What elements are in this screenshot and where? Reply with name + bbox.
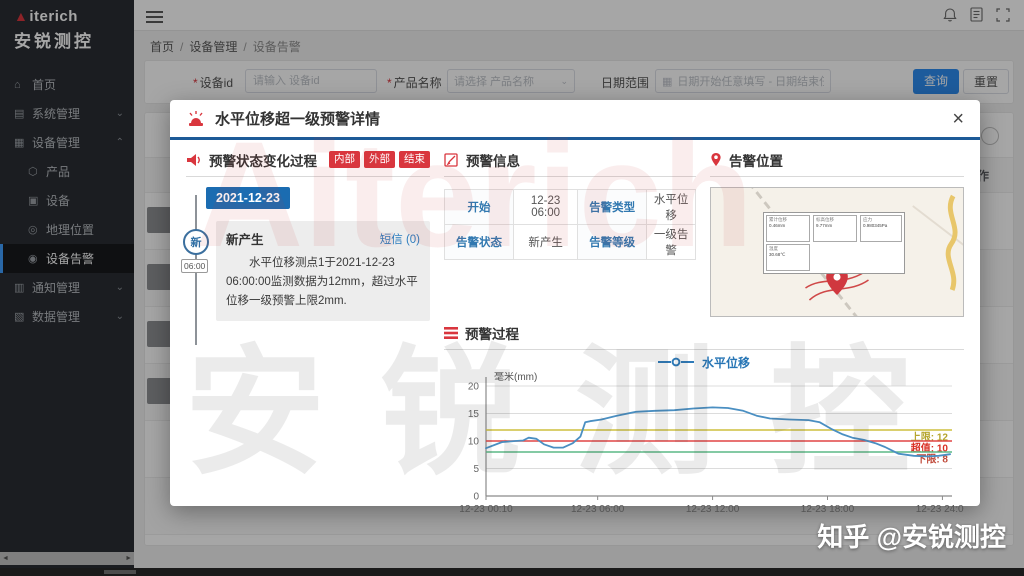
info-section-title: 预警信息 [466,153,520,169]
x-tick-label: 12-23 18:00 [801,504,855,515]
info-key: 开始 [444,189,514,225]
tag-external[interactable]: 外部 [364,151,395,168]
zhihu-watermark: 知乎 @安锐测控 [817,522,1006,552]
location-section: 告警位置 累计位移 0.46mm 标高位移 9.77mm 应力 0.980345… [710,150,964,317]
x-tick-label: 12-23 06:00 [571,504,625,515]
timeline-event-card: 新产生 短信 (0) 水平位移测点1于2021-12-23 06:00:00监测… [216,221,430,321]
screen: ▲iterich 安锐测控 ⌂ 首页 ▤ 系统管理 ⌄ ▦ 设备管理 ⌃ ⬡ 产品 ▣ 设备 … [0,0,1024,576]
popup-value: 9.77mm [816,222,833,228]
close-icon[interactable]: × [952,109,964,129]
modal-title: 水平位移超一级预警详情 [215,111,381,128]
alarm-process-chart: 0 5 10 15 20 毫米(mm) 12-23 00:10 12-23 06:00 12-2… [459,372,964,515]
y-tick-label: 10 [468,437,480,448]
alarm-info-table: 开始 12-23 06:00 告警类型 水平位移 告警状态 新产生 告警等级 一… [444,189,696,260]
alarm-detail-modal: 水平位移超一级预警详情 × 预警状态变化过程 内部 外部 结束 2021-12-… [170,100,980,515]
list-icon [444,326,458,339]
speaker-icon [187,153,200,166]
siren-icon [189,111,203,126]
timeline-time: 06:00 [181,259,209,273]
info-key: 告警等级 [577,224,648,260]
bottom-bar [0,568,1024,576]
info-value: 一级告警 [646,224,696,260]
series-line [485,406,952,458]
tag-finish[interactable]: 结束 [399,151,430,168]
y-tick-label: 15 [468,409,480,420]
sms-link[interactable]: 短信 (0) [380,231,420,247]
info-section: 预警信息 开始 12-23 06:00 告警类型 水平位移 告警状态 新产生 告… [444,150,696,317]
info-value: 新产生 [512,224,579,260]
map-marker-dot [833,273,841,281]
tag-internal[interactable]: 内部 [329,151,360,168]
popup-value: 30.68℃ [769,251,786,257]
status-section: 预警状态变化过程 内部 外部 结束 2021-12-23 新 06:00 新产生 [181,150,430,517]
y-axis-label: 毫米(mm) [494,372,537,383]
map-road-yellow [945,194,958,291]
info-value: 水平位移 [646,189,696,225]
map-pin-icon [711,153,721,166]
legend-label: 水平位移 [701,355,750,370]
timeline-date-badge: 2021-12-23 [206,187,290,209]
x-tick-label: 12-23 00:10 [459,504,513,515]
y-tick-label: 5 [473,464,479,475]
scrollbar-thumb[interactable] [104,570,136,574]
status-section-title: 预警状态变化过程 [209,153,317,169]
map-popup: 累计位移 0.46mm 标高位移 9.77mm 应力 0.980345Pa 温度 30.… [763,212,905,274]
location-section-title: 告警位置 [729,153,783,169]
popup-value: 0.980345Pa [863,222,888,228]
info-key: 告警状态 [444,224,514,260]
info-value: 12-23 06:00 [512,189,579,225]
legend-line-icon [657,357,694,367]
info-key: 告警类型 [577,189,648,225]
alarm-map[interactable]: 累计位移 0.46mm 标高位移 9.77mm 应力 0.980345Pa 温度 30.… [710,187,964,317]
popup-value: 0.46mm [769,222,786,228]
event-title: 新产生 [226,233,264,247]
y-tick-label: 0 [473,492,479,503]
event-message: 水平位移测点1于2021-12-23 06:00:00监测数据为12mm，超过水… [226,257,418,307]
y-tick-label: 20 [468,382,480,393]
chart-legend[interactable]: 水平位移 [444,352,964,372]
x-tick-label: 12-23 12:00 [686,504,740,515]
edit-icon [444,153,458,167]
timeline-node: 新 [183,229,209,255]
process-section-title: 预警过程 [465,326,519,342]
x-tick-label: 12-23 24:00 [916,504,964,515]
alarm-timeline: 2021-12-23 新 06:00 新产生 短信 (0) 水平位移测点1于20… [181,187,430,387]
process-section: 预警过程 水平位移 0 5 10 15 20 毫米(mm) 12-23 00:10 12-23… [444,323,964,517]
